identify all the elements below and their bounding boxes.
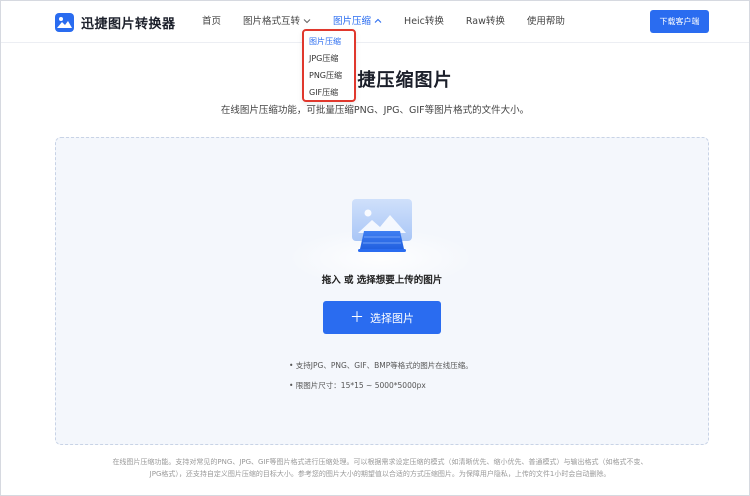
- page-subtitle: 在线图片压缩功能，可批量压缩PNG、JPG、GIF等图片格式的文件大小。: [220, 105, 530, 116]
- dropdown-item-jpg-compress[interactable]: JPG压缩: [304, 50, 354, 67]
- footer-line-2: JPG格式），还支持自定义图片压缩的目标大小。参考您的图片大小的期望值以合适的方…: [149, 470, 611, 478]
- choose-image-label: 选择图片: [370, 311, 414, 325]
- upload-dropzone[interactable]: 拖入 或 选择想要上传的图片 ＋ 选择图片 • 支持JPG、PNG、GIF、BM…: [55, 137, 709, 445]
- footer-line-1: 在线图片压缩功能。支持对常见的PNG、JPG、GIF等图片格式进行压缩处理。可以…: [112, 458, 648, 466]
- nav-heic[interactable]: Heic转换: [404, 1, 444, 43]
- logo[interactable]: 迅捷图片转换器: [55, 12, 176, 32]
- nav-raw[interactable]: Raw转换: [466, 1, 505, 43]
- size-limit-note: • 限图片尺寸：15*15 ~ 5000*5000px: [289, 381, 426, 390]
- choose-image-button[interactable]: ＋ 选择图片: [323, 301, 441, 334]
- support-format-note: • 支持JPG、PNG、GIF、BMP等格式的图片在线压缩。: [289, 361, 473, 370]
- nav-home[interactable]: 首页: [202, 1, 221, 43]
- page-title: 捷压缩图片: [0, 66, 750, 92]
- chevron-up-icon: [374, 1, 382, 43]
- download-client-button[interactable]: 下载客户端: [650, 10, 709, 33]
- page-title-text: 捷压缩图片: [357, 70, 453, 91]
- plus-icon: ＋: [350, 309, 364, 326]
- image-upload-icon: [342, 193, 422, 263]
- logo-icon: [55, 12, 74, 32]
- dropdown-item-png-compress[interactable]: PNG压缩: [304, 67, 354, 84]
- nav-help-label: 使用帮助: [526, 16, 565, 27]
- dropdown-item-image-compress[interactable]: 图片压缩: [304, 33, 354, 50]
- nav-raw-label: Raw转换: [465, 16, 505, 27]
- main-nav: 首页 图片格式互转 图片压缩 Heic转换 Raw转换 使用帮助: [202, 1, 587, 43]
- nav-heic-label: Heic转换: [404, 16, 444, 27]
- upload-hint: 拖入 或 选择想要上传的图片: [321, 275, 443, 286]
- compress-dropdown-menu: 图片压缩 JPG压缩 PNG压缩 GIF压缩: [302, 29, 356, 102]
- nav-format-convert-label: 图片格式互转: [243, 16, 301, 27]
- nav-format-convert[interactable]: 图片格式互转: [243, 1, 311, 43]
- top-header: 迅捷图片转换器 首页 图片格式互转 图片压缩 Heic转换 Raw转换 使用帮助…: [1, 1, 749, 43]
- nav-help[interactable]: 使用帮助: [527, 1, 565, 43]
- nav-home-label: 首页: [202, 16, 222, 27]
- footer-description: 在线图片压缩功能。支持对常见的PNG、JPG、GIF等图片格式进行压缩处理。可以…: [80, 456, 680, 480]
- logo-text: 迅捷图片转换器: [81, 16, 176, 32]
- dropdown-item-gif-compress[interactable]: GIF压缩: [304, 84, 354, 101]
